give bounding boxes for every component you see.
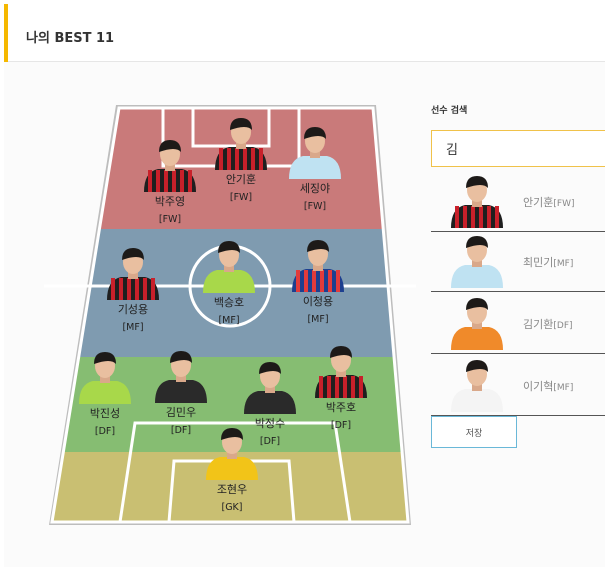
player-position: [GK] [221, 502, 242, 513]
player-name: 박진성 [90, 407, 120, 420]
save-button[interactable]: 저장 [431, 416, 517, 448]
player-name: 박주영 [155, 195, 185, 208]
player-position: [MF] [307, 314, 328, 325]
result-row[interactable]: 안기훈[FW] [431, 172, 605, 232]
result-player-name: 안기훈 [523, 195, 554, 209]
player-name: 백승호 [214, 296, 244, 309]
player-name: 김민우 [166, 406, 196, 419]
result-avatar [451, 298, 503, 350]
result-name: 최민기[MF] [523, 254, 573, 270]
player-name: 박주호 [326, 401, 356, 414]
result-player-name: 최민기 [523, 255, 554, 269]
player-position: [FW] [230, 192, 252, 203]
player-position: [FW] [159, 214, 181, 225]
player-position: [DF] [331, 420, 351, 431]
player-name: 조현우 [217, 483, 247, 496]
search-input[interactable] [432, 131, 605, 166]
player-position: [DF] [171, 425, 191, 436]
result-avatar [451, 236, 503, 288]
player-position: [DF] [95, 426, 115, 437]
result-player-name: 이기혁 [523, 379, 554, 393]
player-position: [DF] [260, 436, 280, 447]
result-row[interactable]: 이기혁[MF] [431, 356, 605, 416]
result-avatar [451, 360, 503, 412]
result-row[interactable]: 최민기[MF] [431, 232, 605, 292]
player-name: 기성용 [118, 303, 148, 316]
result-player-position: [MF] [553, 382, 574, 393]
search-box[interactable] [431, 130, 605, 167]
player-name: 세징야 [300, 182, 330, 195]
result-avatar [451, 176, 503, 228]
result-player-name: 김기환 [523, 317, 554, 331]
player-name: 이청용 [303, 295, 333, 308]
app: 나의 BEST 11 박주영 [FW] 안기훈 [FW] 세징야 [FW] 기성용 [MF] 백… [0, 0, 605, 567]
result-player-position: [FW] [553, 198, 575, 209]
player-position: [FW] [304, 201, 326, 212]
result-name: 김기환[DF] [523, 316, 573, 332]
result-name: 이기혁[MF] [523, 378, 573, 394]
player-position: [MF] [122, 322, 143, 333]
player-position: [MF] [218, 315, 239, 326]
result-player-position: [MF] [553, 258, 574, 269]
player-name: 박정수 [255, 417, 285, 430]
result-row[interactable]: 김기환[DF] [431, 294, 605, 354]
search-label: 선수 검색 [431, 106, 468, 116]
player-name: 안기훈 [226, 173, 256, 186]
result-name: 안기훈[FW] [523, 194, 574, 210]
result-player-position: [DF] [553, 320, 573, 331]
